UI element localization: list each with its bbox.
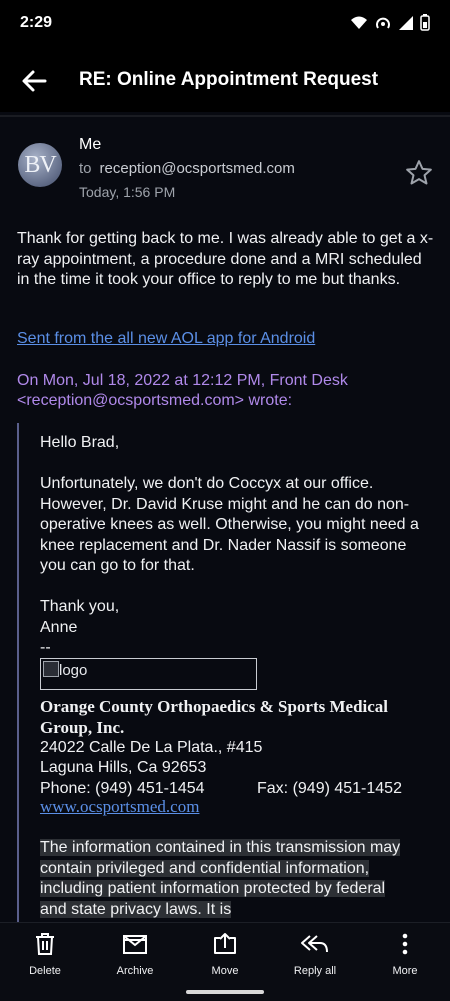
broken-image-icon	[43, 661, 59, 677]
star-icon	[406, 160, 432, 185]
reply-all-icon	[301, 935, 328, 953]
more-label: More	[392, 965, 418, 977]
address-line-2: Laguna Hills, Ca 92653	[40, 759, 207, 776]
quoted-signoff-name: Anne	[40, 619, 78, 636]
quoted-greeting: Hello Brad,	[40, 434, 120, 451]
trash-icon	[36, 933, 54, 955]
wifi-icon	[351, 16, 367, 29]
status-icons	[350, 14, 430, 31]
more-button[interactable]: More	[365, 931, 445, 977]
header-divider	[0, 115, 450, 117]
hotspot-icon	[376, 17, 390, 29]
logo-image: logo	[40, 658, 257, 690]
move-button[interactable]: Move	[185, 931, 265, 977]
confidentiality-notice: The information contained in this transm…	[40, 838, 412, 920]
quoted-paragraph: Unfortunately, we don't do Coccyx at our…	[40, 475, 419, 574]
reply-all-button[interactable]: Reply all	[275, 931, 355, 977]
back-button[interactable]	[18, 65, 50, 97]
battery-icon	[420, 14, 430, 31]
signature-separator: --	[40, 639, 51, 656]
app-bar: RE: Online Appointment Request	[0, 48, 450, 112]
move-icon	[214, 933, 236, 954]
delete-button[interactable]: Delete	[5, 931, 85, 977]
move-label: Move	[211, 965, 239, 977]
signal-icon	[399, 15, 413, 30]
recipient-email: reception@ocsportsmed.com	[99, 160, 295, 177]
aol-signature-link[interactable]: Sent from the all new AOL app for Androi…	[17, 330, 315, 348]
archive-icon	[123, 935, 147, 954]
reply-all-label: Reply all	[293, 965, 337, 977]
confidentiality-text: The information contained in this transm…	[40, 839, 401, 918]
page-title: RE: Online Appointment Request	[79, 69, 379, 90]
message-body: Thank for getting back to me. I was alre…	[17, 230, 434, 288]
logo-alt-text: logo	[59, 662, 88, 679]
organization-name: Orange County Orthopaedics & Sports Medi…	[40, 697, 389, 737]
website-link[interactable]: www.ocsportsmed.com	[40, 797, 199, 818]
recipient-row[interactable]: to reception@ocsportsmed.com	[79, 160, 295, 177]
star-button[interactable]	[404, 158, 434, 188]
quoted-thanks: Thank you,	[40, 598, 120, 615]
more-vertical-icon	[402, 933, 408, 955]
message-date: Today, 1:56 PM	[79, 184, 176, 200]
back-arrow-icon	[22, 70, 47, 92]
archive-label: Archive	[116, 965, 154, 977]
home-indicator[interactable]	[186, 990, 264, 994]
sender-name: Me	[79, 136, 102, 153]
status-bar: 2:29	[0, 0, 450, 48]
fax-number: Fax: (949) 451-1452	[257, 780, 402, 797]
address-line-1: 24022 Calle De La Plata., #415	[40, 739, 263, 756]
delete-label: Delete	[29, 965, 61, 977]
archive-button[interactable]: Archive	[95, 931, 175, 977]
quoted-message: Hello Brad, Unfortunately, we don't do C…	[17, 423, 450, 923]
quote-header: On Mon, Jul 18, 2022 at 12:12 PM, Front …	[17, 372, 348, 409]
status-time: 2:29	[20, 14, 53, 31]
avatar[interactable]: BV	[18, 143, 62, 187]
to-prefix: to	[79, 160, 92, 177]
